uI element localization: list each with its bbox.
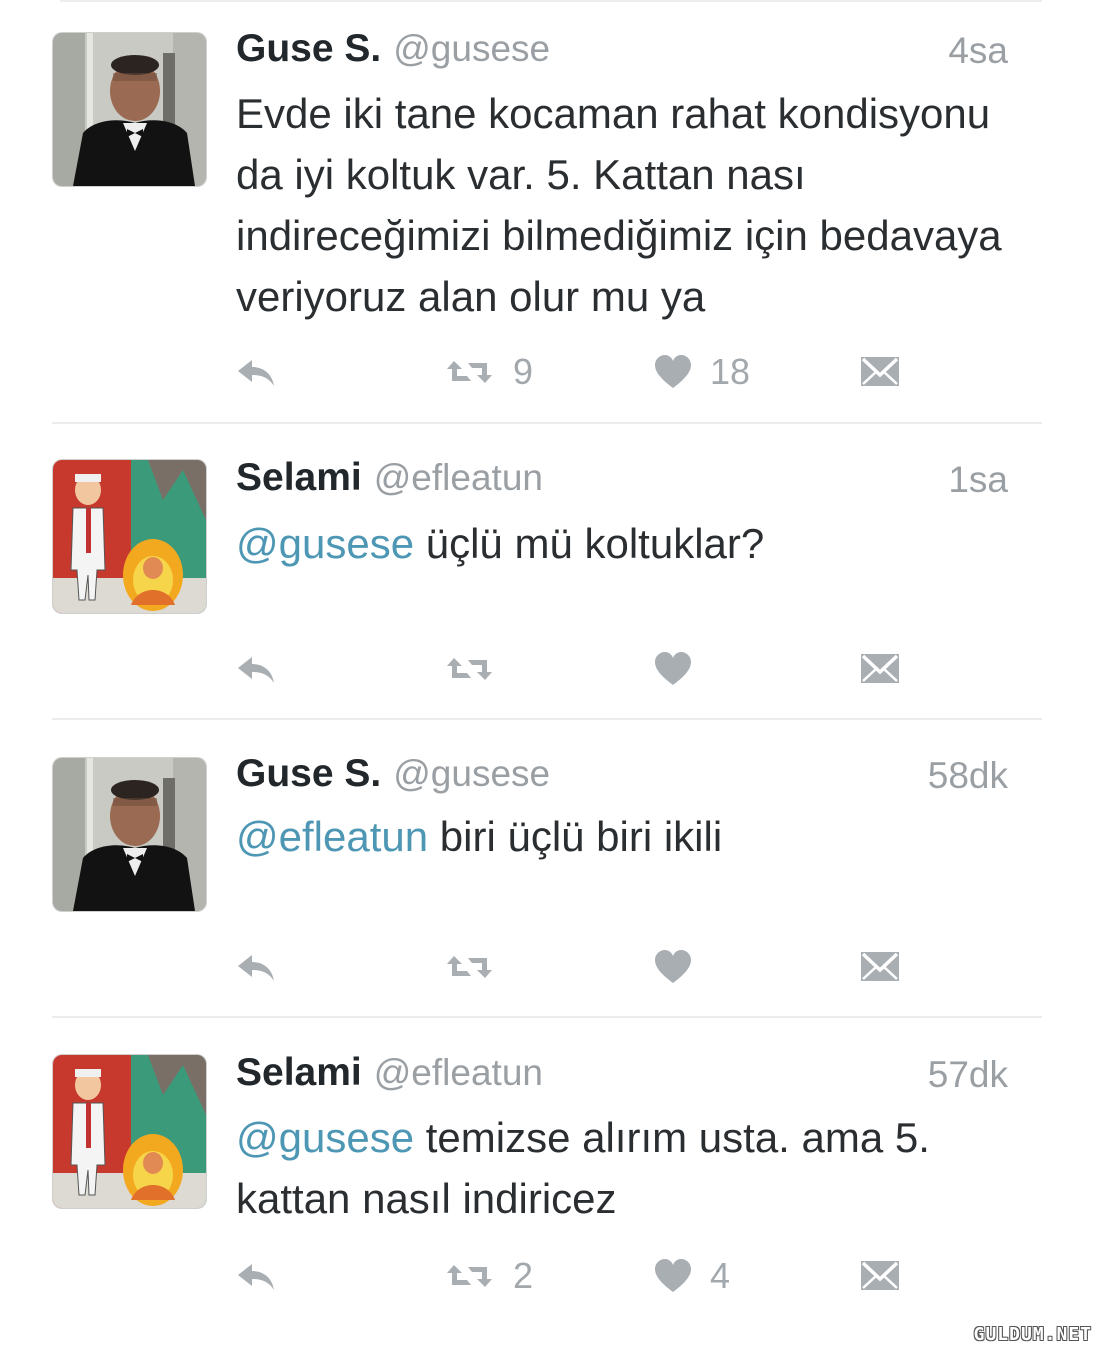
retweet-icon xyxy=(447,1265,492,1287)
tweet-text: @gusese üçlü mü koltuklar? xyxy=(236,513,1016,574)
author-name[interactable]: Guse S. @gusese xyxy=(236,752,550,796)
display-name: Guse S. xyxy=(236,27,382,70)
tweet-actions xyxy=(0,942,1100,992)
message-button[interactable] xyxy=(860,942,900,992)
tweet-timestamp[interactable]: 1sa xyxy=(948,459,1008,501)
tweet-actions: 2 4 xyxy=(0,1251,1100,1301)
tweet[interactable]: Guse S. @gusese 58dk @efleatun biri üçlü … xyxy=(0,720,1100,1018)
retweet-count: 9 xyxy=(513,351,534,392)
like-button[interactable] xyxy=(654,644,710,694)
heart-icon xyxy=(655,355,691,388)
retweet-count: 2 xyxy=(513,1255,534,1296)
tweet[interactable]: Selami @efleatun 1sa @gusese üçlü mü kolt… xyxy=(0,424,1100,720)
message-button[interactable] xyxy=(860,644,900,694)
heart-icon xyxy=(655,1259,691,1292)
user-handle: @gusese xyxy=(393,753,551,794)
author-name[interactable]: Selami @efleatun xyxy=(236,456,543,500)
reply-icon xyxy=(238,955,274,981)
retweet-button[interactable] xyxy=(445,644,513,694)
retweet-button[interactable]: 9 xyxy=(445,347,533,397)
message-button[interactable] xyxy=(860,347,900,397)
like-button[interactable]: 4 xyxy=(654,1251,730,1301)
message-button[interactable] xyxy=(860,1251,900,1301)
display-name: Selami xyxy=(236,456,362,499)
avatar[interactable] xyxy=(53,1055,206,1208)
tweet-text: @gusese temizse alırım usta. ama 5. katt… xyxy=(236,1107,1016,1229)
avatar[interactable] xyxy=(53,758,206,911)
user-handle: @gusese xyxy=(393,28,551,69)
tweet-timestamp[interactable]: 58dk xyxy=(928,755,1008,797)
tweet-timestamp[interactable]: 57dk xyxy=(928,1054,1008,1096)
author-name[interactable]: Guse S. @gusese xyxy=(236,27,550,71)
reply-icon xyxy=(238,657,274,683)
reply-icon xyxy=(238,360,274,386)
tweet-timestamp[interactable]: 4sa xyxy=(948,30,1008,72)
tweet-text: @efleatun biri üçlü biri ikili xyxy=(236,806,1016,867)
user-handle: @efleatun xyxy=(373,1052,543,1093)
avatar[interactable] xyxy=(53,33,206,186)
like-button[interactable]: 18 xyxy=(654,347,750,397)
retweet-button[interactable] xyxy=(445,942,513,992)
avatar[interactable] xyxy=(53,460,206,613)
tweet-actions: 9 18 xyxy=(0,347,1100,397)
mention-link[interactable]: @gusese xyxy=(236,520,414,567)
display-name: Guse S. xyxy=(236,752,382,795)
reply-button[interactable] xyxy=(235,644,277,694)
reply-icon xyxy=(238,1264,274,1290)
envelope-icon xyxy=(860,653,900,685)
reply-button[interactable] xyxy=(235,942,277,992)
retweet-icon xyxy=(447,361,492,383)
envelope-icon xyxy=(860,356,900,388)
retweet-button[interactable]: 2 xyxy=(445,1251,533,1301)
author-name[interactable]: Selami @efleatun xyxy=(236,1051,543,1095)
reply-button[interactable] xyxy=(235,1251,277,1301)
tweet[interactable]: Selami @efleatun 57dk @gusese temizse alı… xyxy=(0,1018,1100,1349)
tweet-body: biri üçlü biri ikili xyxy=(428,813,723,860)
envelope-icon xyxy=(860,951,900,983)
heart-icon xyxy=(655,652,691,685)
tweet-body: üçlü mü koltuklar? xyxy=(414,520,765,567)
like-count: 4 xyxy=(710,1255,731,1296)
like-button[interactable] xyxy=(654,942,710,992)
tweet-text: Evde iki tane kocaman rahat kondisyonu d… xyxy=(236,83,1016,327)
display-name: Selami xyxy=(236,1051,362,1094)
user-handle: @efleatun xyxy=(373,457,543,498)
retweet-icon xyxy=(447,956,492,978)
like-count: 18 xyxy=(710,351,751,392)
mention-link[interactable]: @gusese xyxy=(236,1114,414,1161)
tweet[interactable]: Guse S. @gusese 4sa Evde iki tane kocaman… xyxy=(0,0,1100,424)
envelope-icon xyxy=(860,1260,900,1292)
heart-icon xyxy=(655,950,691,983)
tweet-actions xyxy=(0,644,1100,694)
retweet-icon xyxy=(447,658,492,680)
site-watermark: GULDUM.NET xyxy=(973,1324,1092,1345)
reply-button[interactable] xyxy=(235,347,277,397)
mention-link[interactable]: @efleatun xyxy=(236,813,428,860)
timeline: Guse S. @gusese 4sa Evde iki tane kocaman… xyxy=(0,0,1100,1349)
tweet-body: Evde iki tane kocaman rahat kondisyonu d… xyxy=(236,90,1002,320)
